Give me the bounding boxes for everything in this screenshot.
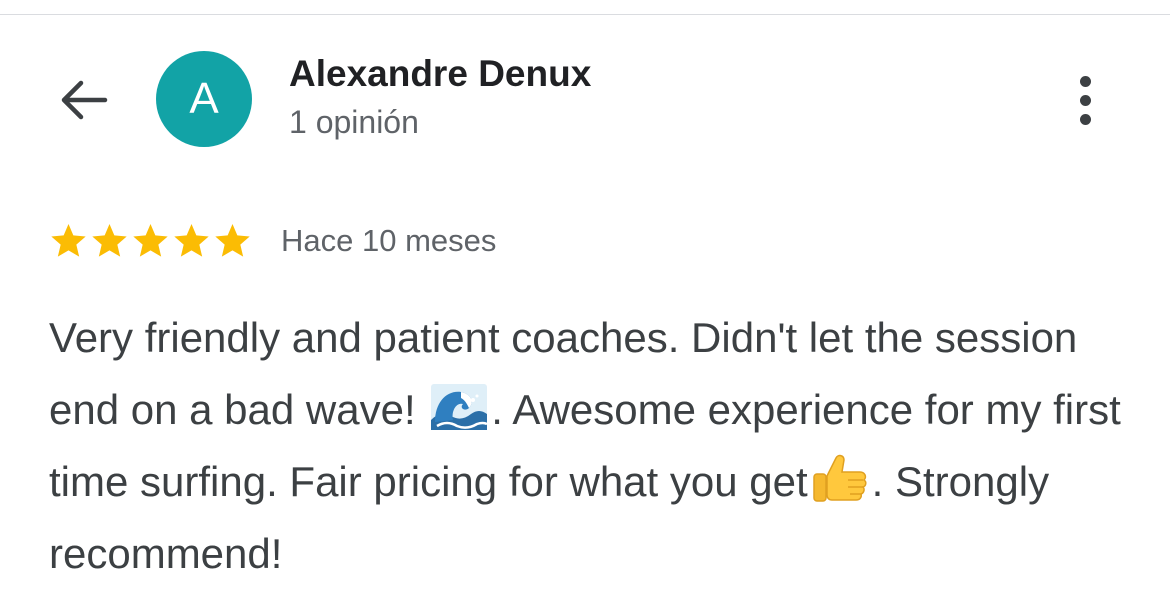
more-vert-icon-dot xyxy=(1079,113,1091,125)
thumbs-up-emoji xyxy=(812,454,867,502)
reviewer-review-count: 1 opinión xyxy=(289,104,419,140)
back-button[interactable] xyxy=(50,70,116,130)
more-vert-icon-dot xyxy=(1079,94,1091,106)
arrow-back-icon xyxy=(61,80,108,120)
star-icon xyxy=(215,224,250,257)
review-time: Hace 10 meses xyxy=(281,223,497,258)
reviewer-name[interactable]: Alexandre Denux xyxy=(289,53,591,95)
top-divider xyxy=(0,14,1170,15)
review-text: Very friendly and patient coaches. Didn'… xyxy=(49,302,1129,590)
avatar[interactable]: A xyxy=(156,51,252,147)
more-vert-icon xyxy=(1079,75,1091,87)
rating-row: Hace 10 meses xyxy=(48,218,496,264)
star-rating xyxy=(48,221,253,261)
more-options-button[interactable] xyxy=(1060,65,1110,135)
star-icon xyxy=(92,224,127,257)
wave-emoji xyxy=(431,384,488,430)
avatar-letter: A xyxy=(189,74,219,123)
star-icon xyxy=(51,224,86,257)
star-icon xyxy=(174,224,209,257)
star-icon xyxy=(133,224,168,257)
